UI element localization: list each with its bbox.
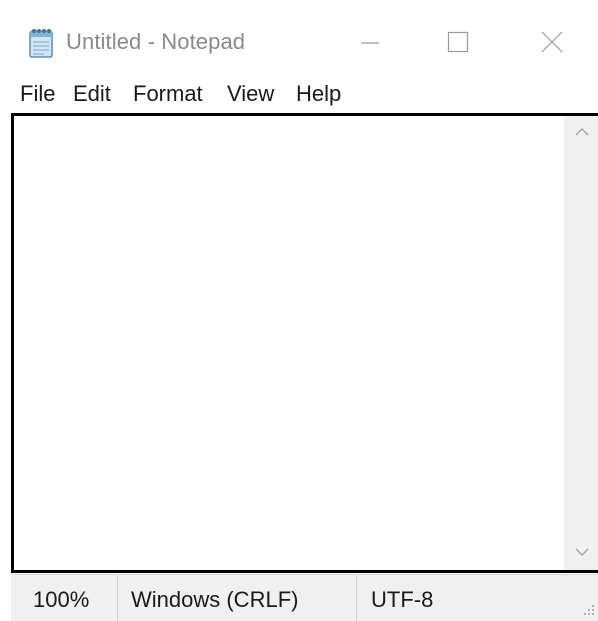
notepad-icon[interactable]	[24, 26, 58, 60]
notepad-window: Untitled - Notepad File Edit Format View…	[0, 0, 598, 621]
menu-view[interactable]: View	[227, 76, 274, 112]
close-button[interactable]	[520, 20, 584, 68]
vertical-scrollbar[interactable]	[564, 116, 598, 570]
menu-file[interactable]: File	[20, 76, 55, 112]
status-line-ending: Windows (CRLF)	[131, 587, 299, 612]
window-title: Untitled - Notepad	[66, 29, 246, 54]
resize-grip-icon[interactable]	[581, 603, 595, 617]
scroll-up-button[interactable]	[564, 116, 598, 150]
text-editor[interactable]	[14, 116, 567, 570]
status-zoom: 100%	[33, 587, 90, 612]
status-divider	[117, 575, 118, 621]
chevron-up-icon	[575, 124, 589, 142]
menu-bar: File Edit Format View Help	[0, 76, 598, 112]
title-bar[interactable]: Untitled - Notepad	[0, 0, 598, 72]
editor-frame	[11, 113, 598, 573]
menu-help[interactable]: Help	[296, 76, 341, 112]
maximize-icon	[447, 31, 469, 58]
minimize-button[interactable]	[338, 20, 402, 68]
status-encoding: UTF-8	[371, 587, 434, 612]
menu-edit[interactable]: Edit	[73, 76, 111, 112]
close-icon	[541, 31, 563, 58]
status-bar: 100% Windows (CRLF) UTF-8	[11, 574, 598, 621]
scroll-down-button[interactable]	[564, 536, 598, 570]
chevron-down-icon	[575, 544, 589, 562]
status-divider	[356, 575, 357, 621]
minimize-icon	[360, 32, 380, 57]
menu-format[interactable]: Format	[133, 76, 203, 112]
maximize-button[interactable]	[426, 20, 490, 68]
